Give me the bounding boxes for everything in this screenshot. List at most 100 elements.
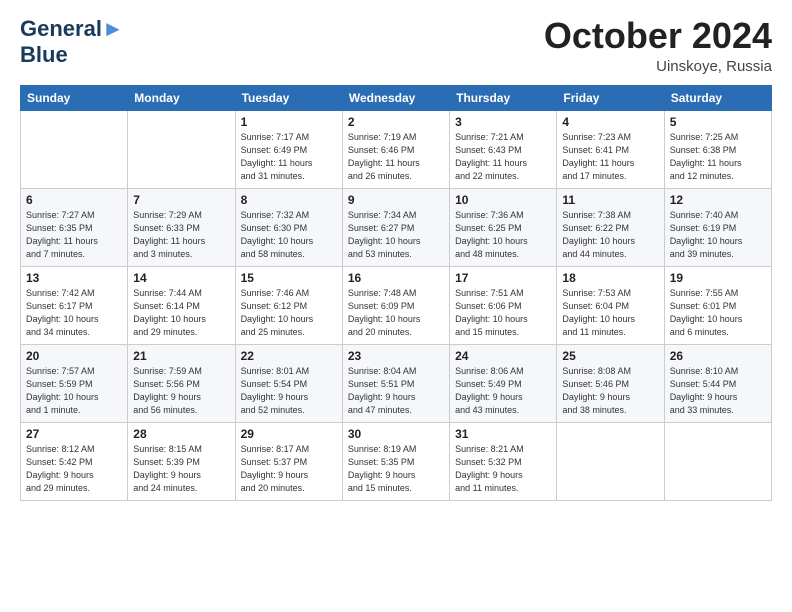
calendar-cell: 23 Sunrise: 8:04 AM Sunset: 5:51 PM Dayli…	[342, 344, 449, 422]
day-info: Sunrise: 7:53 AM Sunset: 6:04 PM Dayligh…	[562, 287, 658, 339]
day-number: 20	[26, 349, 122, 363]
day-info: Sunrise: 7:38 AM Sunset: 6:22 PM Dayligh…	[562, 209, 658, 261]
day-info: Sunrise: 8:04 AM Sunset: 5:51 PM Dayligh…	[348, 365, 444, 417]
day-number: 25	[562, 349, 658, 363]
day-info: Sunrise: 8:17 AM Sunset: 5:37 PM Dayligh…	[241, 443, 337, 495]
day-number: 1	[241, 115, 337, 129]
calendar-cell: 24 Sunrise: 8:06 AM Sunset: 5:49 PM Dayli…	[450, 344, 557, 422]
day-number: 5	[670, 115, 766, 129]
calendar-cell: 12 Sunrise: 7:40 AM Sunset: 6:19 PM Dayli…	[664, 188, 771, 266]
calendar-week-row: 6Sunrise: 7:27 AM Sunset: 6:35 PM Daylig…	[21, 188, 772, 266]
day-info: Sunrise: 7:59 AM Sunset: 5:56 PM Dayligh…	[133, 365, 229, 417]
day-number: 19	[670, 271, 766, 285]
calendar-cell: 19 Sunrise: 7:55 AM Sunset: 6:01 PM Dayli…	[664, 266, 771, 344]
calendar-cell: 21 Sunrise: 7:59 AM Sunset: 5:56 PM Dayli…	[128, 344, 235, 422]
calendar-cell: 11Sunrise: 7:38 AM Sunset: 6:22 PM Dayli…	[557, 188, 664, 266]
day-number: 7	[133, 193, 229, 207]
calendar-cell: 15Sunrise: 7:46 AM Sunset: 6:12 PM Dayli…	[235, 266, 342, 344]
day-info: Sunrise: 8:19 AM Sunset: 5:35 PM Dayligh…	[348, 443, 444, 495]
day-number: 14	[133, 271, 229, 285]
calendar-week-row: 27 Sunrise: 8:12 AM Sunset: 5:42 PM Dayli…	[21, 422, 772, 500]
calendar-cell: 20 Sunrise: 7:57 AM Sunset: 5:59 PM Dayli…	[21, 344, 128, 422]
col-friday: Friday	[557, 85, 664, 110]
day-number: 18	[562, 271, 658, 285]
calendar-cell: 8 Sunrise: 7:32 AM Sunset: 6:30 PM Daylig…	[235, 188, 342, 266]
calendar-header-row: Sunday Monday Tuesday Wednesday Thursday…	[21, 85, 772, 110]
day-number: 16	[348, 271, 444, 285]
day-info: Sunrise: 7:25 AM Sunset: 6:38 PM Dayligh…	[670, 131, 766, 183]
day-info: Sunrise: 7:27 AM Sunset: 6:35 PM Dayligh…	[26, 209, 122, 261]
calendar-cell: 9 Sunrise: 7:34 AM Sunset: 6:27 PM Daylig…	[342, 188, 449, 266]
day-number: 27	[26, 427, 122, 441]
col-sunday: Sunday	[21, 85, 128, 110]
day-info: Sunrise: 7:34 AM Sunset: 6:27 PM Dayligh…	[348, 209, 444, 261]
month-title: October 2024	[544, 16, 772, 56]
col-monday: Monday	[128, 85, 235, 110]
location-label: Uinskoye, Russia	[544, 58, 772, 75]
title-section: October 2024 Uinskoye, Russia	[544, 16, 772, 75]
day-info: Sunrise: 7:19 AM Sunset: 6:46 PM Dayligh…	[348, 131, 444, 183]
day-info: Sunrise: 8:06 AM Sunset: 5:49 PM Dayligh…	[455, 365, 551, 417]
calendar-cell: 14 Sunrise: 7:44 AM Sunset: 6:14 PM Dayli…	[128, 266, 235, 344]
calendar-cell: 16Sunrise: 7:48 AM Sunset: 6:09 PM Dayli…	[342, 266, 449, 344]
calendar-cell: 7Sunrise: 7:29 AM Sunset: 6:33 PM Daylig…	[128, 188, 235, 266]
day-info: Sunrise: 7:17 AM Sunset: 6:49 PM Dayligh…	[241, 131, 337, 183]
calendar-week-row: 20 Sunrise: 7:57 AM Sunset: 5:59 PM Dayli…	[21, 344, 772, 422]
calendar-table: Sunday Monday Tuesday Wednesday Thursday…	[20, 85, 772, 501]
calendar-cell: 28 Sunrise: 8:15 AM Sunset: 5:39 PM Dayli…	[128, 422, 235, 500]
day-number: 21	[133, 349, 229, 363]
day-number: 22	[241, 349, 337, 363]
day-info: Sunrise: 7:23 AM Sunset: 6:41 PM Dayligh…	[562, 131, 658, 183]
day-number: 12	[670, 193, 766, 207]
calendar-cell: 4 Sunrise: 7:23 AM Sunset: 6:41 PM Daylig…	[557, 110, 664, 188]
day-info: Sunrise: 7:44 AM Sunset: 6:14 PM Dayligh…	[133, 287, 229, 339]
day-number: 15	[241, 271, 337, 285]
day-number: 2	[348, 115, 444, 129]
calendar-cell: 17 Sunrise: 7:51 AM Sunset: 6:06 PM Dayli…	[450, 266, 557, 344]
day-number: 13	[26, 271, 122, 285]
day-info: Sunrise: 8:01 AM Sunset: 5:54 PM Dayligh…	[241, 365, 337, 417]
day-number: 28	[133, 427, 229, 441]
day-number: 31	[455, 427, 551, 441]
calendar-cell: 13 Sunrise: 7:42 AM Sunset: 6:17 PM Dayli…	[21, 266, 128, 344]
day-info: Sunrise: 7:55 AM Sunset: 6:01 PM Dayligh…	[670, 287, 766, 339]
calendar-cell	[664, 422, 771, 500]
day-info: Sunrise: 7:32 AM Sunset: 6:30 PM Dayligh…	[241, 209, 337, 261]
day-number: 17	[455, 271, 551, 285]
calendar-cell: 27 Sunrise: 8:12 AM Sunset: 5:42 PM Dayli…	[21, 422, 128, 500]
day-info: Sunrise: 7:51 AM Sunset: 6:06 PM Dayligh…	[455, 287, 551, 339]
calendar-cell: 1 Sunrise: 7:17 AM Sunset: 6:49 PM Daylig…	[235, 110, 342, 188]
calendar-cell: 18 Sunrise: 7:53 AM Sunset: 6:04 PM Dayli…	[557, 266, 664, 344]
calendar-cell: 22 Sunrise: 8:01 AM Sunset: 5:54 PM Dayli…	[235, 344, 342, 422]
day-info: Sunrise: 7:57 AM Sunset: 5:59 PM Dayligh…	[26, 365, 122, 417]
day-number: 23	[348, 349, 444, 363]
calendar-cell	[557, 422, 664, 500]
col-tuesday: Tuesday	[235, 85, 342, 110]
calendar-cell	[21, 110, 128, 188]
day-info: Sunrise: 7:40 AM Sunset: 6:19 PM Dayligh…	[670, 209, 766, 261]
day-info: Sunrise: 8:12 AM Sunset: 5:42 PM Dayligh…	[26, 443, 122, 495]
day-number: 8	[241, 193, 337, 207]
day-number: 4	[562, 115, 658, 129]
calendar-cell: 29 Sunrise: 8:17 AM Sunset: 5:37 PM Dayli…	[235, 422, 342, 500]
day-info: Sunrise: 8:15 AM Sunset: 5:39 PM Dayligh…	[133, 443, 229, 495]
day-number: 29	[241, 427, 337, 441]
day-number: 10	[455, 193, 551, 207]
calendar-cell	[128, 110, 235, 188]
day-number: 9	[348, 193, 444, 207]
calendar-cell: 30 Sunrise: 8:19 AM Sunset: 5:35 PM Dayli…	[342, 422, 449, 500]
day-number: 24	[455, 349, 551, 363]
calendar-cell: 3Sunrise: 7:21 AM Sunset: 6:43 PM Daylig…	[450, 110, 557, 188]
day-info: Sunrise: 7:42 AM Sunset: 6:17 PM Dayligh…	[26, 287, 122, 339]
day-number: 26	[670, 349, 766, 363]
logo: General►Blue	[20, 16, 124, 68]
calendar-cell: 25Sunrise: 8:08 AM Sunset: 5:46 PM Dayli…	[557, 344, 664, 422]
day-number: 30	[348, 427, 444, 441]
calendar-cell: 26 Sunrise: 8:10 AM Sunset: 5:44 PM Dayli…	[664, 344, 771, 422]
day-info: Sunrise: 7:36 AM Sunset: 6:25 PM Dayligh…	[455, 209, 551, 261]
day-info: Sunrise: 7:21 AM Sunset: 6:43 PM Dayligh…	[455, 131, 551, 183]
page-header: General►Blue October 2024 Uinskoye, Russ…	[20, 16, 772, 75]
day-info: Sunrise: 8:10 AM Sunset: 5:44 PM Dayligh…	[670, 365, 766, 417]
calendar-week-row: 1 Sunrise: 7:17 AM Sunset: 6:49 PM Daylig…	[21, 110, 772, 188]
day-info: Sunrise: 8:21 AM Sunset: 5:32 PM Dayligh…	[455, 443, 551, 495]
